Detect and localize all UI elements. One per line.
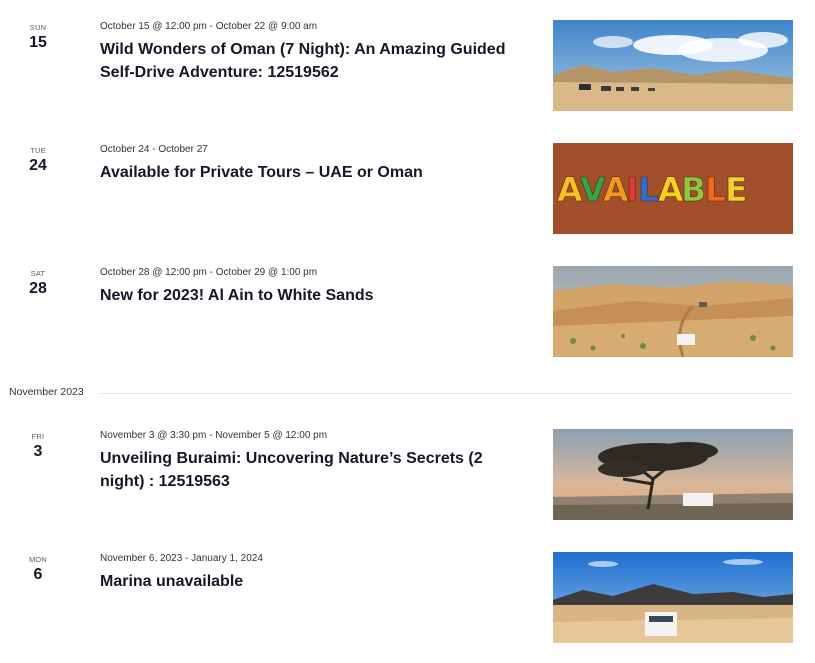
event-image-desert-mountains[interactable] bbox=[553, 552, 793, 643]
event-weekday: TUE bbox=[30, 146, 46, 155]
event-day: 28 bbox=[29, 280, 47, 297]
svg-text:L: L bbox=[638, 170, 659, 209]
event-datetime: October 24 - October 27 bbox=[100, 144, 208, 155]
svg-text:I: I bbox=[626, 170, 638, 209]
svg-text:B: B bbox=[681, 170, 706, 209]
event-weekday: SAT bbox=[30, 269, 46, 278]
event-date: FRI 3 bbox=[18, 429, 58, 461]
event-day: 15 bbox=[29, 34, 47, 51]
event-weekday: FRI bbox=[31, 432, 45, 441]
event-day: 24 bbox=[29, 157, 47, 174]
event-date: MON 6 bbox=[18, 552, 58, 584]
event-title-link[interactable]: Wild Wonders of Oman (7 Night): An Amazi… bbox=[100, 38, 530, 84]
event-row: SAT 28 October 28 @ 12:00 pm - October 2… bbox=[0, 266, 815, 358]
event-image-acacia-sunset[interactable] bbox=[553, 429, 793, 520]
event-day: 6 bbox=[33, 566, 43, 583]
event-date: SUN 15 bbox=[18, 20, 58, 52]
event-row: TUE 24 October 24 - October 27 Available… bbox=[0, 143, 815, 235]
event-title-link[interactable]: Marina unavailable bbox=[100, 570, 530, 593]
event-datetime: November 6, 2023 - January 1, 2024 bbox=[100, 553, 263, 564]
month-separator-label: November 2023 bbox=[9, 386, 84, 398]
svg-text:E: E bbox=[725, 170, 748, 209]
event-date: SAT 28 bbox=[18, 266, 58, 298]
event-weekday: MON bbox=[28, 555, 48, 564]
event-datetime: October 28 @ 12:00 pm - October 29 @ 1:0… bbox=[100, 267, 318, 278]
event-title-link[interactable]: New for 2023! Al Ain to White Sands bbox=[100, 284, 530, 307]
event-datetime: November 3 @ 3:30 pm - November 5 @ 12:0… bbox=[100, 430, 328, 441]
event-image-sand-dunes[interactable] bbox=[553, 266, 793, 357]
event-day: 3 bbox=[33, 443, 43, 460]
event-weekday: SUN bbox=[29, 23, 47, 32]
event-row: SUN 15 October 15 @ 12:00 pm - October 2… bbox=[0, 20, 815, 112]
event-date: TUE 24 bbox=[18, 143, 58, 175]
event-image-desert-convoy[interactable] bbox=[553, 20, 793, 111]
month-separator: November 2023 bbox=[0, 384, 815, 402]
month-separator-line bbox=[100, 393, 793, 394]
event-image-available[interactable]: A V A I L A B L E bbox=[553, 143, 793, 234]
event-datetime: October 15 @ 12:00 pm - October 22 @ 9:0… bbox=[100, 21, 318, 32]
event-row: FRI 3 November 3 @ 3:30 pm - November 5 … bbox=[0, 429, 815, 521]
event-row: MON 6 November 6, 2023 - January 1, 2024… bbox=[0, 552, 815, 644]
event-title-link[interactable]: Available for Private Tours – UAE or Oma… bbox=[100, 161, 530, 184]
svg-text:L: L bbox=[705, 170, 726, 209]
event-title-link[interactable]: Unveiling Buraimi: Uncovering Nature’s S… bbox=[100, 447, 530, 493]
